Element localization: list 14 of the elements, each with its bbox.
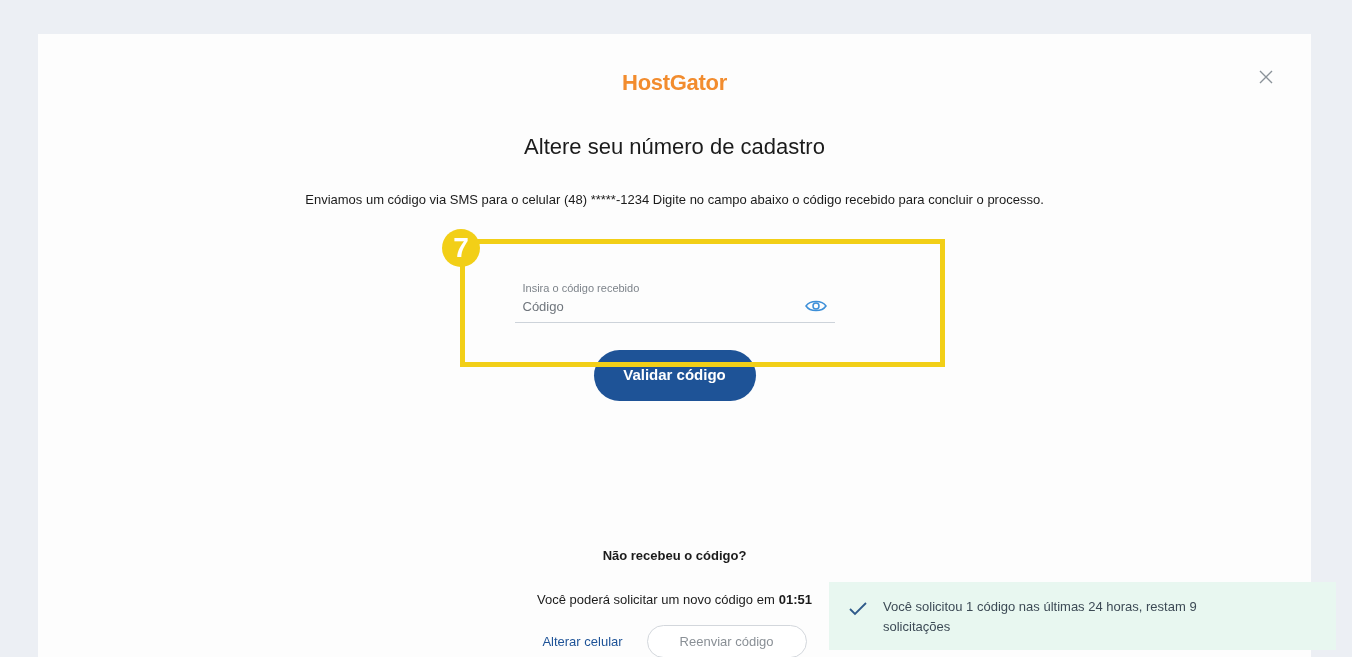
instruction-text: Enviamos um código via SMS para o celular (48) *****-1234 Digite no campo abaixo o código recebido para concluir o processo. xyxy=(305,192,1044,208)
close-icon[interactable] xyxy=(1259,70,1273,84)
change-phone-link[interactable]: Alterar celular xyxy=(542,631,623,652)
code-input[interactable]: Código xyxy=(522,296,783,316)
resend-question: Não recebeu o código? xyxy=(602,547,747,565)
timer-text: Você poderá solicitar um novo código em xyxy=(537,590,775,609)
logo: HostGator xyxy=(622,70,727,96)
check-icon xyxy=(849,602,867,616)
countdown: 01:51 xyxy=(778,590,812,609)
eye-icon[interactable] xyxy=(804,299,827,314)
field-label: Insira o código recebido xyxy=(522,281,641,296)
toast-message: Você solicitou 1 código nas últimas 24 horas, restam 9 solicitações xyxy=(883,598,1198,635)
code-field[interactable]: Insira o código recebido Código xyxy=(514,280,835,323)
dialog-title: Altere seu número de cadastro xyxy=(524,134,825,160)
